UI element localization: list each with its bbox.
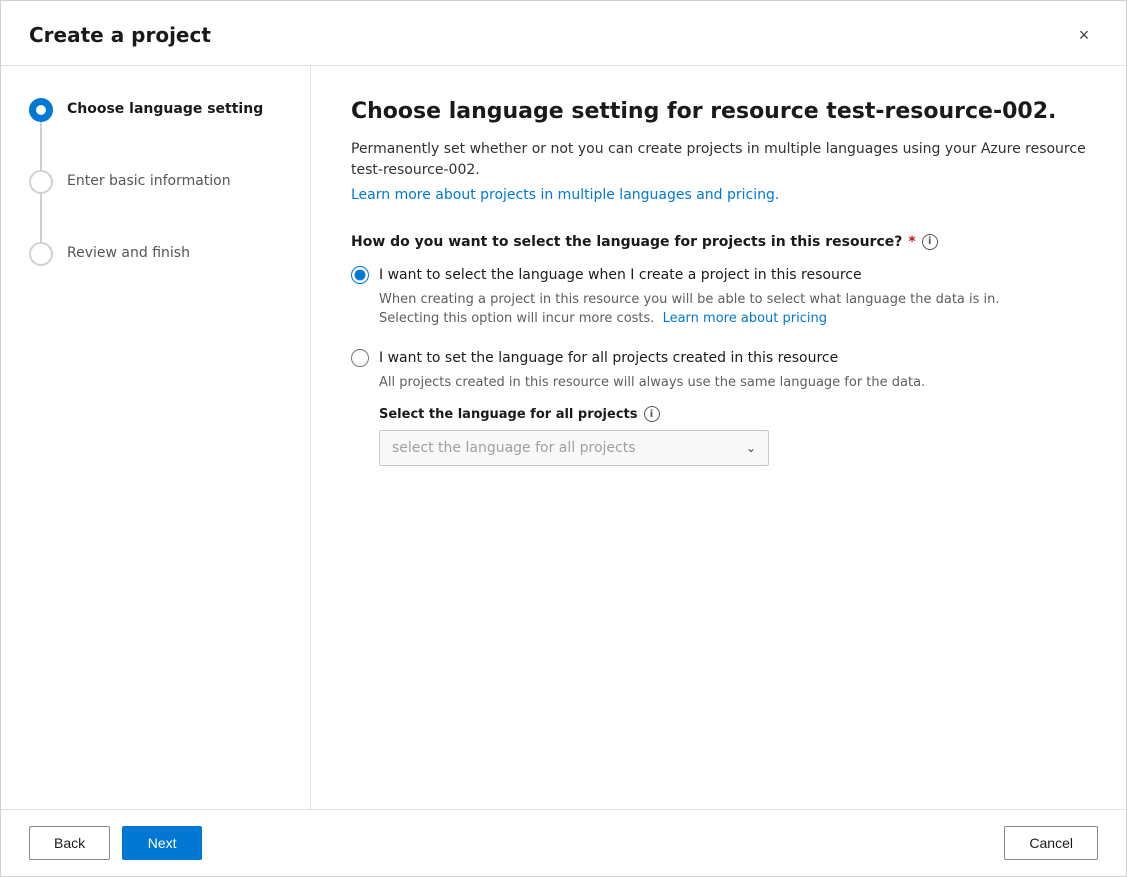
radio-option-per-project: I want to select the language when I cre…: [351, 266, 1086, 329]
radio-row-1: I want to select the language when I cre…: [351, 266, 1086, 284]
radio-per-project-input[interactable]: [351, 266, 369, 284]
radio-row-2: I want to set the language for all proje…: [351, 349, 1086, 367]
language-dropdown-section: Select the language for all projects i s…: [379, 406, 1086, 466]
create-project-dialog: Create a project × Choose language setti…: [0, 0, 1127, 877]
language-dropdown-label: Select the language for all projects i: [379, 406, 1086, 422]
step-connector-1: [40, 122, 42, 170]
radio-all-projects-input[interactable]: [351, 349, 369, 367]
dropdown-info-icon[interactable]: i: [644, 406, 660, 422]
dialog-title: Create a project: [29, 23, 211, 47]
language-dropdown-placeholder: select the language for all projects: [392, 440, 636, 456]
step-3-label: Review and finish: [67, 242, 190, 264]
step-2-circle: [29, 170, 53, 194]
question-section: How do you want to select the language f…: [351, 234, 1086, 467]
dialog-body: Choose language setting Enter basic info…: [1, 66, 1126, 809]
close-button[interactable]: ×: [1070, 21, 1098, 49]
cancel-button[interactable]: Cancel: [1004, 826, 1098, 860]
step-2-label: Enter basic information: [67, 170, 231, 192]
learn-more-pricing-link[interactable]: Learn more about pricing: [663, 311, 827, 326]
sidebar-item-review: Review and finish: [29, 242, 282, 266]
back-button[interactable]: Back: [29, 826, 110, 860]
question-label: How do you want to select the language f…: [351, 234, 1086, 250]
sidebar-item-enter-basic: Enter basic information: [29, 170, 282, 194]
sidebar-item-choose-language: Choose language setting: [29, 98, 282, 122]
radio-all-projects-description: All projects created in this resource wi…: [379, 373, 1086, 393]
description-text: Permanently set whether or not you can c…: [351, 139, 1086, 181]
step-1-label: Choose language setting: [67, 98, 263, 120]
radio-option-all-projects: I want to set the language for all proje…: [351, 349, 1086, 467]
dialog-footer: Back Next Cancel: [1, 809, 1126, 876]
chevron-down-icon: ⌄: [746, 441, 756, 455]
section-title: Choose language setting for resource tes…: [351, 98, 1086, 127]
sidebar: Choose language setting Enter basic info…: [1, 66, 311, 809]
radio-per-project-description: When creating a project in this resource…: [379, 290, 1086, 329]
learn-more-languages-link[interactable]: Learn more about projects in multiple la…: [351, 187, 779, 203]
radio-per-project-label[interactable]: I want to select the language when I cre…: [379, 267, 862, 283]
step-connector-2: [40, 194, 42, 242]
question-info-icon[interactable]: i: [922, 234, 938, 250]
dialog-header: Create a project ×: [1, 1, 1126, 66]
language-dropdown[interactable]: select the language for all projects ⌄: [379, 430, 769, 466]
radio-all-projects-label[interactable]: I want to set the language for all proje…: [379, 350, 838, 366]
required-indicator: *: [908, 234, 915, 250]
step-1-circle: [29, 98, 53, 122]
step-3-circle: [29, 242, 53, 266]
next-button[interactable]: Next: [122, 826, 202, 860]
main-content: Choose language setting for resource tes…: [311, 66, 1126, 809]
